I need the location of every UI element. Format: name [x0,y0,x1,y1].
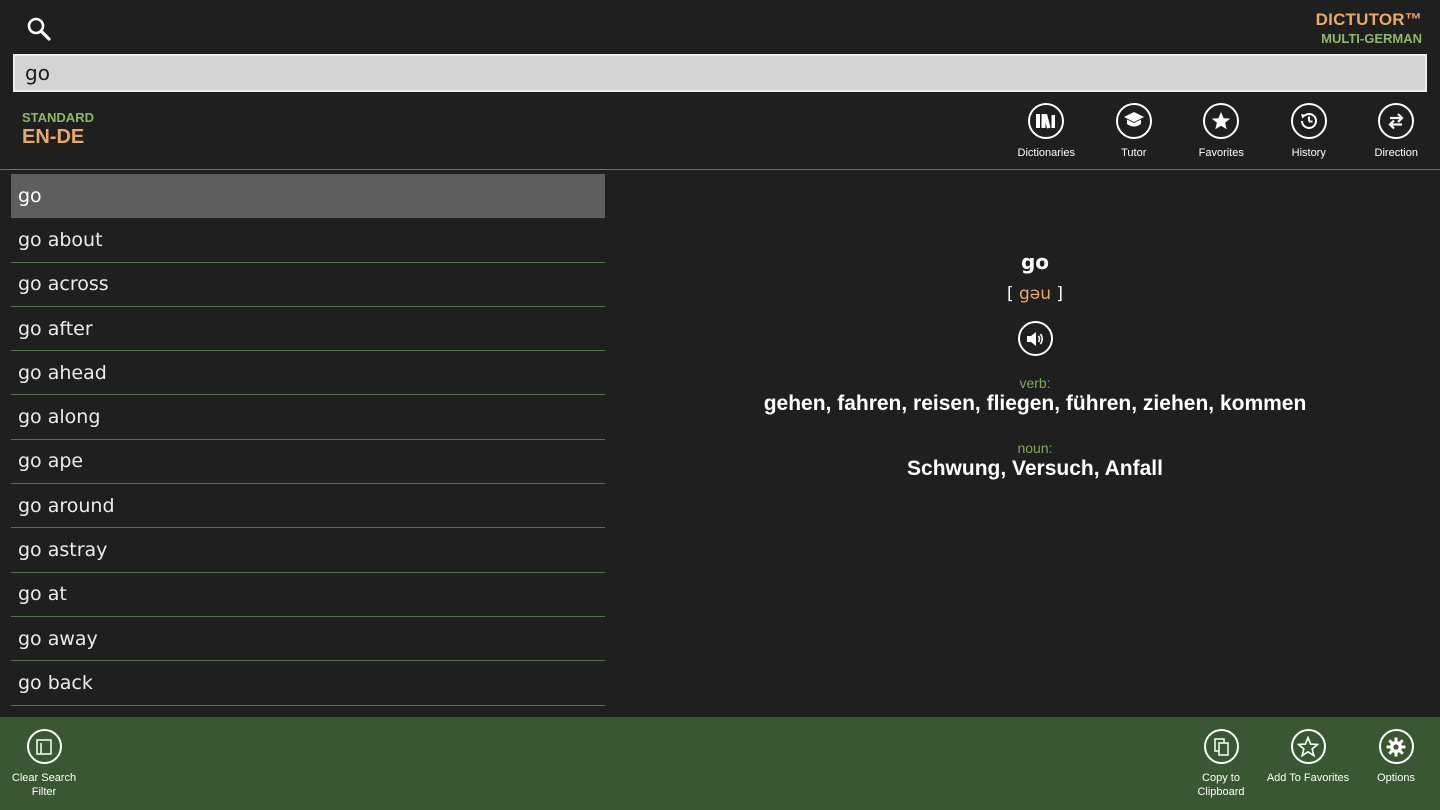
swap-arrows-icon [1378,103,1415,139]
tutor-label: Tutor [1121,147,1147,159]
list-item[interactable]: go across [11,263,605,307]
list-item[interactable]: go after [11,307,605,352]
dictionaries-button[interactable]: Dictionaries [1003,103,1091,159]
top-toolbar: Dictionaries Tutor Favorites History Dir… [1003,103,1440,159]
pronunciation-ipa: gəu [1018,284,1052,304]
dictionary-language-pair: EN-DE [22,126,85,148]
clear-search-filter-label: Clear Search Filter [11,772,77,798]
direction-button[interactable]: Direction [1353,103,1440,159]
part-of-speech-verb: verb: [1019,375,1051,391]
pronunciation-close-bracket: ] [1056,284,1064,304]
list-item[interactable]: go about [11,218,605,263]
brand-name: DICTUTOR™ [1315,10,1422,29]
header-divider [0,169,1440,170]
dictionary-selector[interactable]: STANDARD EN-DE [22,110,94,149]
tutor-button[interactable]: Tutor [1090,103,1178,159]
clear-filter-icon [26,729,62,764]
options-label: Options [1377,772,1415,784]
pronunciation: [ gəu ] [630,284,1440,304]
list-item[interactable]: go astray [11,528,605,573]
speaker-icon[interactable] [1017,321,1053,356]
search-icon[interactable] [24,14,54,44]
graduation-cap-icon [1115,103,1152,139]
translations-verb: gehen, fahren, reisen, fliegen, führen, … [763,392,1307,415]
options-button[interactable]: Options [1351,729,1440,785]
clipboard-icon [1203,729,1239,764]
direction-label: Direction [1374,147,1418,159]
list-item[interactable]: go ape [11,440,605,485]
favorites-button[interactable]: Favorites [1178,103,1266,159]
star-icon [1203,103,1240,139]
list-item[interactable]: go at [11,573,605,617]
word-list: go go about go across go after go ahead … [11,174,605,706]
brand-logo: DICTUTOR™ MULTI-GERMAN [1316,10,1422,46]
copy-to-clipboard-label: Copy to Clipboard [1197,772,1245,798]
star-outline-icon [1290,729,1326,764]
dictutor-app: DICTUTOR™ MULTI-GERMAN STANDARD EN-DE Di… [0,0,1440,810]
favorites-label: Favorites [1198,147,1244,159]
history-label: History [1291,147,1326,159]
definition-panel: go [ gəu ] verb: gehen, fahren, reisen, … [630,250,1440,481]
add-to-favorites-button[interactable]: Add To Favorites [1263,729,1353,785]
add-to-favorites-label: Add To Favorites [1266,772,1350,784]
brand-subtitle: MULTI-GERMAN [1321,31,1422,46]
translations-noun: Schwung, Versuch, Anfall [907,457,1163,480]
headword: go [1020,250,1050,274]
gear-icon [1378,729,1414,764]
list-item[interactable]: go around [11,484,605,529]
books-icon [1028,103,1065,139]
dictionaries-label: Dictionaries [1017,147,1075,159]
clock-history-icon [1290,103,1327,139]
list-item[interactable]: go back [11,661,605,706]
list-item[interactable]: go along [11,395,605,440]
history-button[interactable]: History [1265,103,1353,159]
part-of-speech-noun: noun: [1017,440,1053,456]
clear-search-filter-button[interactable]: Clear Search Filter [0,729,89,799]
bottom-app-bar: Clear Search Filter Copy to Clipboard Ad… [0,717,1440,810]
copy-to-clipboard-button[interactable]: Copy to Clipboard [1176,729,1266,799]
list-item[interactable]: go [11,174,605,219]
pronunciation-open-bracket: [ [1006,284,1014,304]
search-input[interactable] [13,54,1427,92]
list-item[interactable]: go away [11,617,605,662]
dictionary-mode-label: STANDARD [22,110,94,125]
list-item[interactable]: go ahead [11,351,605,396]
